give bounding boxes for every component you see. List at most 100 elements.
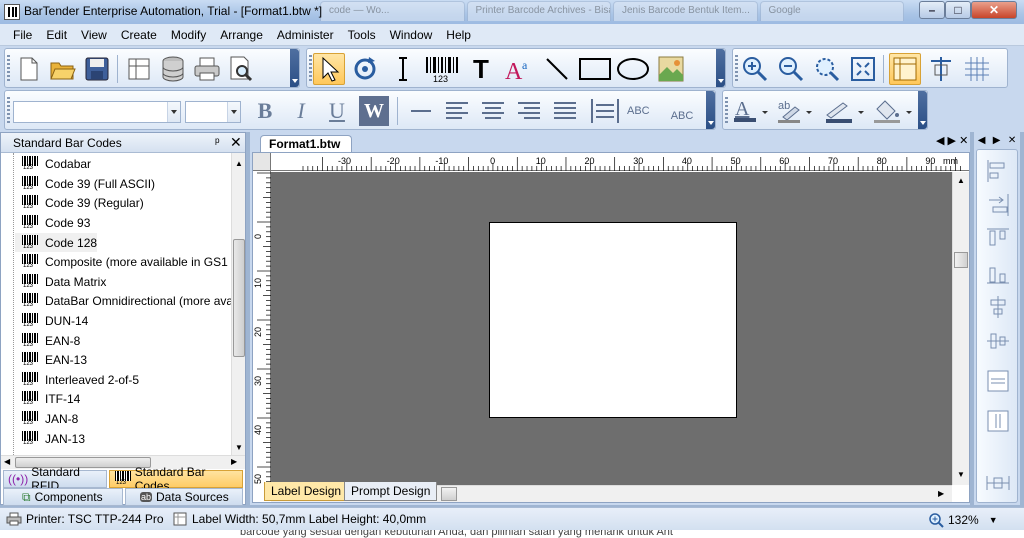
rotate-icon[interactable] bbox=[349, 53, 381, 85]
toolbar-options-icon[interactable] bbox=[290, 49, 299, 87]
chevron-down-icon[interactable]: ▼ bbox=[989, 515, 998, 525]
text-cursor-icon[interactable] bbox=[387, 53, 419, 85]
list-item[interactable]: Code 39 (Regular) bbox=[15, 193, 144, 212]
page-setup-icon[interactable] bbox=[123, 53, 155, 85]
menu-edit[interactable]: Edit bbox=[39, 28, 74, 42]
zoom-status[interactable]: 132% ▼ bbox=[928, 512, 998, 528]
zoom-window-icon[interactable] bbox=[811, 53, 843, 85]
scroll-down-icon[interactable]: ▼ bbox=[235, 443, 243, 452]
close-doc-icon[interactable]: ✕ bbox=[959, 135, 968, 147]
text-direction-down-button[interactable]: ABC bbox=[665, 95, 699, 127]
chevron-down-icon[interactable] bbox=[167, 102, 180, 122]
list-item[interactable]: ITF-14 bbox=[15, 389, 80, 408]
list-item[interactable]: Data Matrix bbox=[15, 272, 106, 291]
equal-spacing-icon[interactable] bbox=[985, 470, 1011, 496]
font-name-select[interactable] bbox=[13, 101, 181, 123]
align-left-edges-icon[interactable] bbox=[985, 158, 1011, 184]
align-left-icon[interactable] bbox=[441, 95, 473, 127]
snap-to-grid-icon[interactable] bbox=[925, 53, 957, 85]
toolbar-options-icon[interactable] bbox=[716, 49, 725, 87]
align-centers-horizontal-icon[interactable] bbox=[985, 294, 1011, 320]
menu-view[interactable]: View bbox=[74, 28, 114, 42]
line-color-icon[interactable] bbox=[823, 95, 867, 127]
tab-data-sources[interactable]: ab Data Sources bbox=[125, 488, 243, 506]
canvas-vertical-scrollbar[interactable]: ▲ ▼ bbox=[952, 172, 969, 485]
new-document-icon[interactable] bbox=[13, 53, 45, 85]
prev-icon[interactable]: ◀ bbox=[978, 135, 986, 146]
align-center-icon[interactable] bbox=[477, 95, 509, 127]
text-tool-icon[interactable]: T bbox=[465, 53, 497, 85]
zoom-out-icon[interactable] bbox=[775, 53, 807, 85]
font-size-select[interactable] bbox=[185, 101, 241, 123]
ellipse-tool-icon[interactable] bbox=[615, 53, 651, 85]
scroll-up-icon[interactable]: ▲ bbox=[957, 176, 965, 185]
ruler-icon[interactable] bbox=[889, 53, 921, 85]
background-tab[interactable]: code — Wo... bbox=[320, 1, 465, 21]
toolbar-options-icon[interactable] bbox=[918, 91, 927, 129]
align-top-edges-icon[interactable] bbox=[985, 226, 1011, 252]
scroll-thumb[interactable] bbox=[954, 252, 968, 268]
print-icon[interactable] bbox=[191, 53, 223, 85]
label-size-status[interactable]: Label Width: 50,7mm Label Height: 40,0mm bbox=[172, 512, 426, 526]
menu-help[interactable]: Help bbox=[439, 28, 478, 42]
chevron-down-icon[interactable] bbox=[227, 102, 240, 122]
document-tab[interactable]: Format1.btw * bbox=[260, 135, 352, 165]
text-direction-up-button[interactable]: ABC bbox=[627, 95, 661, 127]
design-canvas[interactable] bbox=[271, 172, 952, 485]
open-folder-icon[interactable] bbox=[47, 53, 79, 85]
font-color-icon[interactable]: A bbox=[731, 95, 771, 127]
select-pointer-icon[interactable] bbox=[313, 53, 345, 85]
menu-file[interactable]: File bbox=[6, 28, 39, 42]
next-doc-icon[interactable]: ▶ bbox=[948, 135, 956, 147]
list-item[interactable]: EAN-8 bbox=[15, 331, 80, 350]
list-item[interactable]: Code 128 bbox=[15, 233, 98, 252]
list-item[interactable]: JAN-8 bbox=[15, 409, 78, 428]
menu-arrange[interactable]: Arrange bbox=[213, 28, 270, 42]
tab-standard-bar-codes[interactable]: Standard Bar Codes bbox=[109, 465, 243, 493]
fill-color-icon[interactable] bbox=[871, 95, 915, 127]
distribute-vertical-icon[interactable] bbox=[985, 368, 1011, 394]
scroll-thumb[interactable] bbox=[233, 239, 245, 357]
background-tab[interactable]: Google bbox=[759, 1, 904, 21]
tab-components[interactable]: ⧉ Components bbox=[3, 488, 123, 506]
list-vertical-scrollbar[interactable]: ▲ ▼ bbox=[231, 153, 245, 459]
list-item[interactable]: DUN-14 bbox=[15, 311, 88, 330]
barcode-tool-icon[interactable]: 123 bbox=[423, 53, 461, 85]
database-icon[interactable] bbox=[157, 53, 189, 85]
close-icon[interactable]: ✕ bbox=[230, 134, 242, 151]
wordwrap-button[interactable]: W bbox=[359, 96, 389, 126]
list-item[interactable]: Code 39 (Full ASCII) bbox=[15, 174, 155, 193]
align-bottom-edges-icon[interactable] bbox=[985, 260, 1011, 286]
toolbar-options-icon[interactable] bbox=[706, 91, 715, 129]
rich-text-icon[interactable]: Aa bbox=[503, 53, 535, 85]
background-tab[interactable]: Jenis Barcode Bentuk Item... bbox=[613, 1, 758, 21]
menu-modify[interactable]: Modify bbox=[164, 28, 213, 42]
list-item[interactable]: JAN-13 bbox=[15, 429, 85, 448]
list-item[interactable]: DataBar Omnidirectional (more avai bbox=[15, 291, 231, 310]
scroll-right-icon[interactable]: ▶ bbox=[938, 489, 944, 498]
picture-tool-icon[interactable] bbox=[655, 53, 687, 85]
tab-standard-rfid[interactable]: ((•)) Standard RFID bbox=[3, 465, 107, 493]
bold-button[interactable]: B bbox=[249, 95, 281, 127]
highlight-color-icon[interactable]: ab bbox=[775, 95, 815, 127]
tab-prompt-design[interactable]: Prompt Design bbox=[344, 482, 438, 501]
close-icon[interactable]: ✕ bbox=[1008, 135, 1016, 146]
scroll-down-icon[interactable]: ▼ bbox=[957, 470, 965, 479]
align-right-edges-icon[interactable] bbox=[985, 192, 1011, 218]
menu-administer[interactable]: Administer bbox=[270, 28, 341, 42]
printer-status[interactable]: Printer: TSC TTP-244 Pro bbox=[6, 512, 164, 526]
rectangle-tool-icon[interactable] bbox=[577, 53, 613, 85]
grid-icon[interactable] bbox=[961, 53, 993, 85]
minimize-button[interactable]: – bbox=[919, 1, 945, 19]
horizontal-line-icon[interactable] bbox=[405, 95, 437, 127]
list-item[interactable]: Codabar bbox=[15, 154, 91, 173]
list-item[interactable]: Interleaved 2-of-5 bbox=[15, 370, 139, 389]
fit-width-icon[interactable] bbox=[589, 95, 621, 127]
next-icon[interactable]: ▶ bbox=[993, 135, 1001, 146]
prev-doc-icon[interactable]: ◀ bbox=[936, 135, 944, 147]
tab-label-design[interactable]: Label Design bbox=[264, 482, 349, 501]
justify-icon[interactable] bbox=[549, 95, 581, 127]
align-right-icon[interactable] bbox=[513, 95, 545, 127]
italic-button[interactable]: I bbox=[285, 95, 317, 127]
menu-tools[interactable]: Tools bbox=[341, 28, 383, 42]
